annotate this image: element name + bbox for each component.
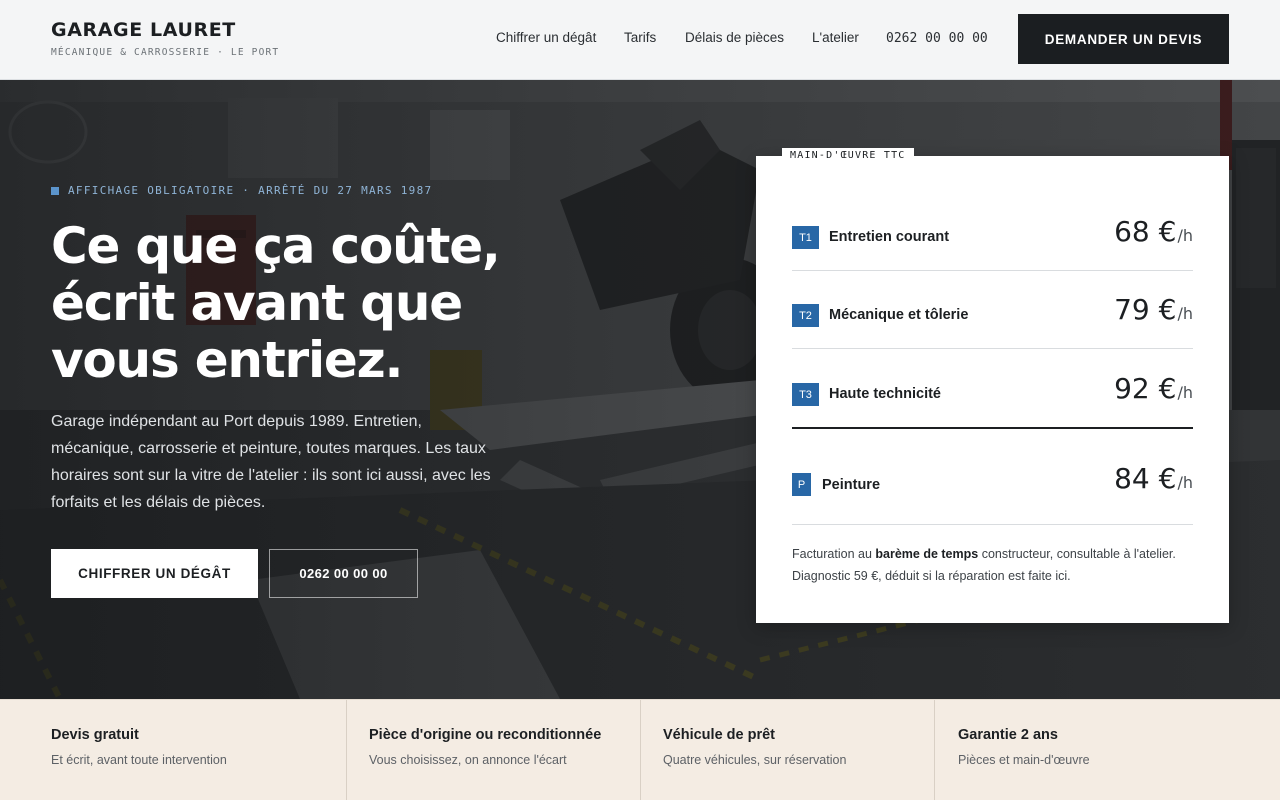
rate-price-value: 79 xyxy=(1114,293,1150,326)
rates-note-after: constructeur, consultable à l'atelier. xyxy=(978,547,1176,561)
rate-price: 92 €/h xyxy=(1114,372,1193,405)
feature-item: Véhicule de prêt Quatre véhicules, sur r… xyxy=(641,700,935,800)
rate-price: 84 €/h xyxy=(1114,462,1193,495)
nav-item-atelier[interactable]: L'atelier xyxy=(812,30,859,45)
rate-price: 79 €/h xyxy=(1114,293,1193,326)
brand-name[interactable]: GARAGE LAURET xyxy=(51,19,236,41)
feature-item: Garantie 2 ans Pièces et main-d'œuvre xyxy=(935,700,1280,800)
feature-subtitle: Vous choisissez, on annonce l'écart xyxy=(369,753,567,767)
rate-label: Mécanique et tôlerie xyxy=(829,307,969,323)
rates-note-bold: barème de temps xyxy=(875,547,979,561)
rates-card-tag: MAIN-D'ŒUVRE TTC xyxy=(782,148,914,164)
rate-row-t1: T1 Entretien courant 68 €/h xyxy=(792,193,1193,271)
headline-line-2: écrit avant que xyxy=(51,274,463,332)
rates-note-before: Facturation au xyxy=(792,547,876,561)
rate-price-value: 92 xyxy=(1114,372,1150,405)
rate-code-badge: T2 xyxy=(792,304,819,327)
estimate-damage-button[interactable]: CHIFFRER UN DÉGÂT xyxy=(51,549,258,598)
rate-label: Entretien courant xyxy=(829,229,950,245)
hero-section: AFFICHAGE OBLIGATOIRE · ARRÊTÉ DU 27 MAR… xyxy=(0,80,1280,699)
nav-item-tarifs[interactable]: Tarifs xyxy=(624,30,656,45)
hero-headline: Ce que ça coûte, écrit avant que vous en… xyxy=(51,218,671,389)
rate-unit: /h xyxy=(1177,304,1193,323)
rate-price: 68 €/h xyxy=(1114,215,1193,248)
feature-subtitle: Pièces et main-d'œuvre xyxy=(958,753,1090,767)
kicker-square-icon xyxy=(51,186,59,195)
rates-note: Facturation au barème de temps construct… xyxy=(792,543,1202,587)
rate-code-badge: T3 xyxy=(792,383,819,406)
headline-line-3: vous entriez. xyxy=(51,331,404,389)
brand-tagline: MÉCANIQUE & CARROSSERIE · LE PORT xyxy=(51,47,280,58)
feature-subtitle: Quatre véhicules, sur réservation xyxy=(663,753,847,767)
feature-title: Garantie 2 ans xyxy=(958,727,1058,743)
nav-phone-link[interactable]: 0262 00 00 00 xyxy=(886,31,988,46)
site-header: GARAGE LAURET MÉCANIQUE & CARROSSERIE · … xyxy=(0,0,1280,80)
request-quote-button[interactable]: DEMANDER UN DEVIS xyxy=(1018,14,1229,64)
rates-card: MAIN-D'ŒUVRE TTC T1 Entretien courant 68… xyxy=(756,148,1229,623)
hero-kicker-text: AFFICHAGE OBLIGATOIRE · ARRÊTÉ DU 27 MAR… xyxy=(68,184,433,197)
rate-code-badge: T1 xyxy=(792,226,819,249)
rate-code-badge: P xyxy=(792,473,811,496)
rate-label: Haute technicité xyxy=(829,386,941,402)
rate-currency: € xyxy=(1158,215,1177,248)
feature-title: Véhicule de prêt xyxy=(663,727,776,743)
nav-item-delais[interactable]: Délais de pièces xyxy=(685,30,784,45)
nav-item-chiffrer[interactable]: Chiffrer un dégât xyxy=(496,30,596,45)
rate-row-t2: T2 Mécanique et tôlerie 79 €/h xyxy=(792,271,1193,349)
rates-note-line2: Diagnostic 59 €, déduit si la réparation… xyxy=(792,569,1071,583)
feature-title: Devis gratuit xyxy=(51,727,139,743)
rate-unit: /h xyxy=(1177,383,1193,402)
rate-currency: € xyxy=(1158,462,1177,495)
rate-currency: € xyxy=(1158,372,1177,405)
rate-currency: € xyxy=(1158,293,1177,326)
rate-label: Peinture xyxy=(822,477,881,493)
call-phone-button[interactable]: 0262 00 00 00 xyxy=(269,549,418,598)
feature-subtitle: Et écrit, avant toute intervention xyxy=(51,753,227,767)
rate-price-value: 84 xyxy=(1114,462,1150,495)
hero-intro: Garage indépendant au Port depuis 1989. … xyxy=(51,413,491,511)
hero-kicker: AFFICHAGE OBLIGATOIRE · ARRÊTÉ DU 27 MAR… xyxy=(51,184,432,197)
feature-item: Pièce d'origine ou reconditionnée Vous c… xyxy=(347,700,641,800)
rate-row-t3: T3 Haute technicité 92 €/h xyxy=(792,349,1193,429)
rate-row-p: P Peinture 84 €/h xyxy=(792,429,1193,525)
feature-title: Pièce d'origine ou reconditionnée xyxy=(369,727,602,743)
rate-unit: /h xyxy=(1177,226,1193,245)
rate-price-value: 68 xyxy=(1114,215,1150,248)
feature-item: Devis gratuit Et écrit, avant toute inte… xyxy=(0,700,347,800)
headline-line-1: Ce que ça coûte, xyxy=(51,217,501,275)
features-strip: Devis gratuit Et écrit, avant toute inte… xyxy=(0,699,1280,800)
rate-unit: /h xyxy=(1177,473,1193,492)
